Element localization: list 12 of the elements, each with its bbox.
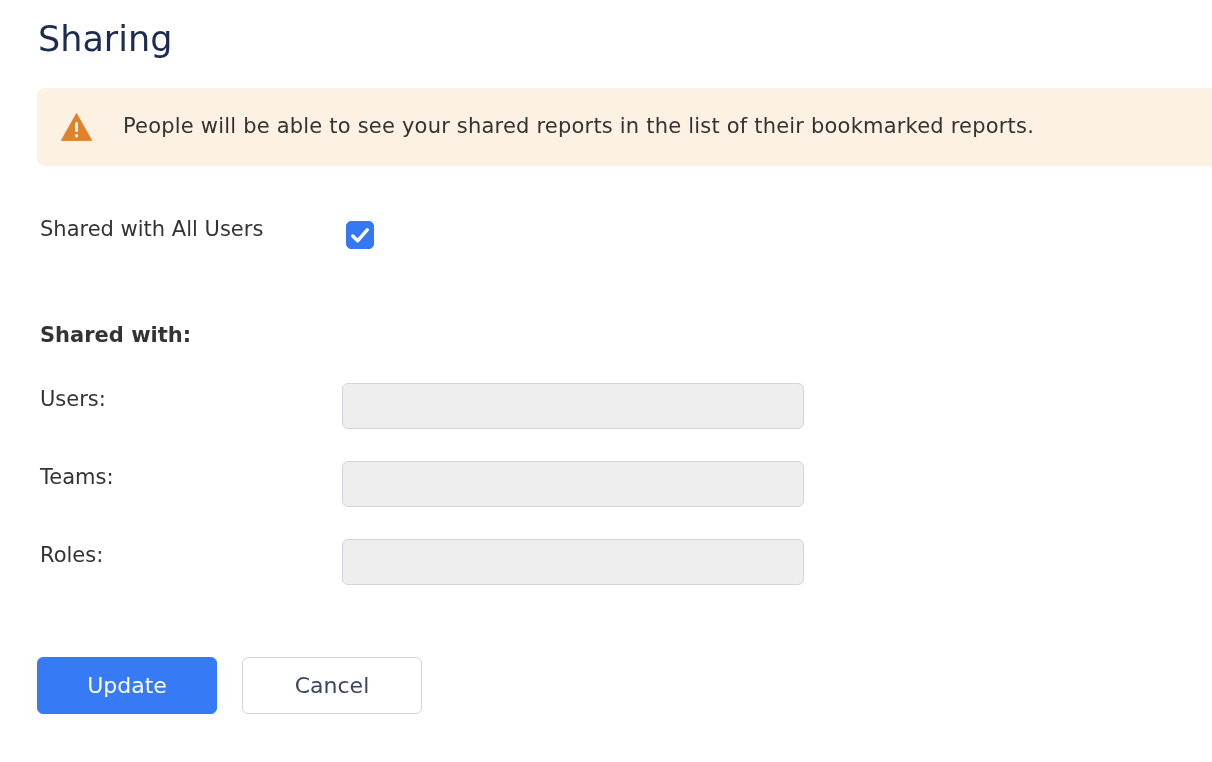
section-heading: Shared with:	[40, 322, 193, 349]
warning-icon	[61, 113, 92, 141]
warning-text: People will be able to see your shared reports in the list of their bookmarked reports.	[123, 113, 1035, 141]
checkmark-icon	[351, 227, 369, 243]
field-label: Roles:	[40, 542, 105, 569]
page-title: Sharing	[38, 18, 174, 61]
share-all-checkbox[interactable]	[346, 221, 374, 249]
field-label: Users:	[40, 386, 107, 413]
field-label: Teams:	[40, 464, 115, 491]
submit-button[interactable]: Update	[37, 657, 217, 714]
checkbox-label: Shared with All Users	[40, 216, 265, 243]
cancel-button[interactable]: Cancel	[242, 657, 422, 714]
